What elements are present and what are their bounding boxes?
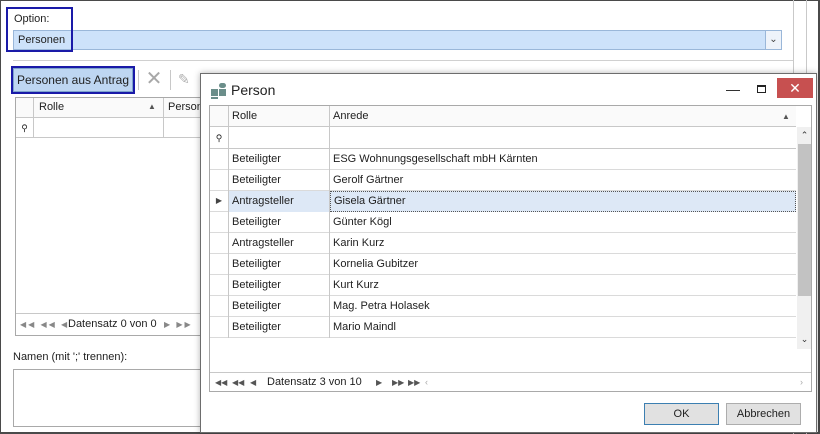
table-row[interactable]: Beteiligter Günter Kögl [210, 212, 796, 233]
cell-rolle: Beteiligter [229, 275, 330, 296]
toolbar-separator [170, 70, 171, 90]
table-row[interactable]: Beteiligter Mario Maindl [210, 317, 796, 338]
sort-ascending-icon: ▲ [148, 102, 156, 111]
filter-cell-rolle[interactable] [34, 118, 164, 138]
names-textarea[interactable] [13, 369, 205, 427]
filter-cell-rolle[interactable] [229, 127, 330, 149]
filter-pin-icon: ⚲ [210, 127, 229, 149]
scroll-up-icon[interactable]: ⌃ [797, 127, 811, 143]
option-select[interactable]: Personen ⌄ [13, 30, 782, 50]
edit-icon[interactable]: ✎ [178, 70, 194, 88]
grid-rows: Beteiligter ESG Wohnungsgesellschaft mbH … [210, 149, 796, 349]
cell-anrede: Gerolf Gärtner [333, 174, 404, 186]
cell-rolle: Beteiligter [229, 212, 330, 233]
scroll-right-icon[interactable]: › [800, 373, 803, 391]
record-count: Datensatz 0 von 0 [68, 318, 157, 330]
close-icon[interactable]: ✕ [777, 78, 813, 98]
row-indicator [210, 212, 229, 233]
toolbar-divider [13, 60, 793, 61]
cell-anrede: Günter Kögl [333, 216, 392, 228]
nav-next-icon[interactable]: ▶ [376, 373, 382, 391]
row-indicator [210, 170, 229, 191]
person-dialog: Person — ✕ Rolle Anrede ▲ ⚲ Beteiligter E… [200, 73, 817, 433]
row-indicator [210, 317, 229, 338]
cell-rolle: Beteiligter [229, 317, 330, 338]
row-indicator-header [16, 98, 34, 118]
record-navigator: ◀◀ ◀◀ ◀ Datensatz 0 von 0 ▶ ▶▶ [16, 313, 206, 335]
cell-anrede: Gisela Gärtner [330, 191, 796, 212]
scrollbar-thumb[interactable] [798, 144, 811, 296]
nav-prev-page-icon[interactable]: ◀◀ [232, 373, 244, 391]
filter-row[interactable]: ⚲ [16, 118, 206, 138]
names-label: Namen (mit ';' trennen): [13, 351, 128, 363]
table-row[interactable]: Beteiligter Gerolf Gärtner [210, 170, 796, 191]
cell-anrede: ESG Wohnungsgesellschaft mbH Kärnten [333, 153, 538, 165]
table-row[interactable]: Antragsteller Karin Kurz [210, 233, 796, 254]
person-grid: Rolle ▲ Person ⚲ ◀◀ ◀◀ ◀ Datensatz 0 von… [15, 97, 206, 336]
dialog-title: Person [231, 82, 276, 98]
cell-rolle: Beteiligter [229, 149, 330, 170]
nav-next-page-icon[interactable]: ▶▶ [392, 373, 404, 391]
minimize-icon[interactable]: — [721, 80, 745, 100]
filter-pin-icon: ⚲ [16, 118, 34, 138]
toolbar-separator [138, 70, 139, 90]
row-indicator [210, 275, 229, 296]
cell-rolle: Antragsteller [229, 233, 330, 254]
chevron-down-icon[interactable]: ⌄ [765, 31, 781, 49]
table-row[interactable]: Beteiligter ESG Wohnungsgesellschaft mbH … [210, 149, 796, 170]
maximize-icon[interactable] [749, 80, 773, 100]
record-count: Datensatz 3 von 10 [267, 376, 362, 388]
row-indicator [210, 233, 229, 254]
cell-anrede: Karin Kurz [333, 237, 385, 249]
row-indicator [210, 296, 229, 317]
nav-prev-icon[interactable]: ◀ [250, 373, 256, 391]
ok-button[interactable]: OK [644, 403, 719, 425]
table-row-selected[interactable]: ▶ Antragsteller Gisela Gärtner [210, 191, 796, 212]
row-indicator [210, 149, 229, 170]
filter-row[interactable]: ⚲ [210, 127, 796, 149]
nav-first-icon[interactable]: ◀◀ [215, 373, 227, 391]
scroll-left-icon[interactable]: ‹ [425, 373, 428, 391]
person-grid-dialog: Rolle Anrede ▲ ⚲ Beteiligter ESG Wohnungs… [209, 105, 812, 392]
cell-anrede: Kurt Kurz [333, 279, 379, 291]
vertical-scrollbar[interactable]: ⌃ ⌄ [797, 127, 811, 349]
sort-ascending-icon: ▲ [782, 112, 790, 121]
cell-anrede: Mag. Petra Holasek [333, 300, 430, 312]
focus-highlight [6, 7, 73, 52]
focus-highlight [11, 66, 135, 94]
record-navigator: ◀◀ ◀◀ ◀ Datensatz 3 von 10 ▶ ▶▶ ▶▶ ‹ › [210, 372, 811, 391]
delete-icon[interactable]: ✕ [145, 69, 163, 89]
column-header-rolle[interactable]: Rolle [34, 98, 164, 118]
nav-last-icon[interactable]: ▶▶ [408, 373, 420, 391]
row-indicator [210, 254, 229, 275]
cell-rolle: Beteiligter [229, 254, 330, 275]
nav-forward-icons[interactable]: ▶ ▶▶ [164, 314, 193, 335]
cell-rolle: Antragsteller [229, 191, 330, 212]
nav-back-icons[interactable]: ◀◀ ◀◀ ◀ [20, 314, 69, 335]
cell-rolle: Beteiligter [229, 296, 330, 317]
table-row[interactable]: Beteiligter Kornelia Gubitzer [210, 254, 796, 275]
column-header-rolle[interactable]: Rolle [229, 106, 330, 127]
table-row[interactable]: Beteiligter Mag. Petra Holasek [210, 296, 796, 317]
cancel-button[interactable]: Abbrechen [726, 403, 801, 425]
cell-anrede: Mario Maindl [333, 321, 396, 333]
app-icon [211, 83, 227, 99]
column-header-anrede[interactable]: Anrede [330, 106, 796, 127]
cell-rolle: Beteiligter [229, 170, 330, 191]
cell-anrede: Kornelia Gubitzer [333, 258, 418, 270]
table-row[interactable]: Beteiligter Kurt Kurz [210, 275, 796, 296]
scroll-down-icon[interactable]: ⌄ [797, 331, 811, 347]
row-indicator-header [210, 106, 229, 127]
row-pointer-icon: ▶ [210, 191, 229, 212]
